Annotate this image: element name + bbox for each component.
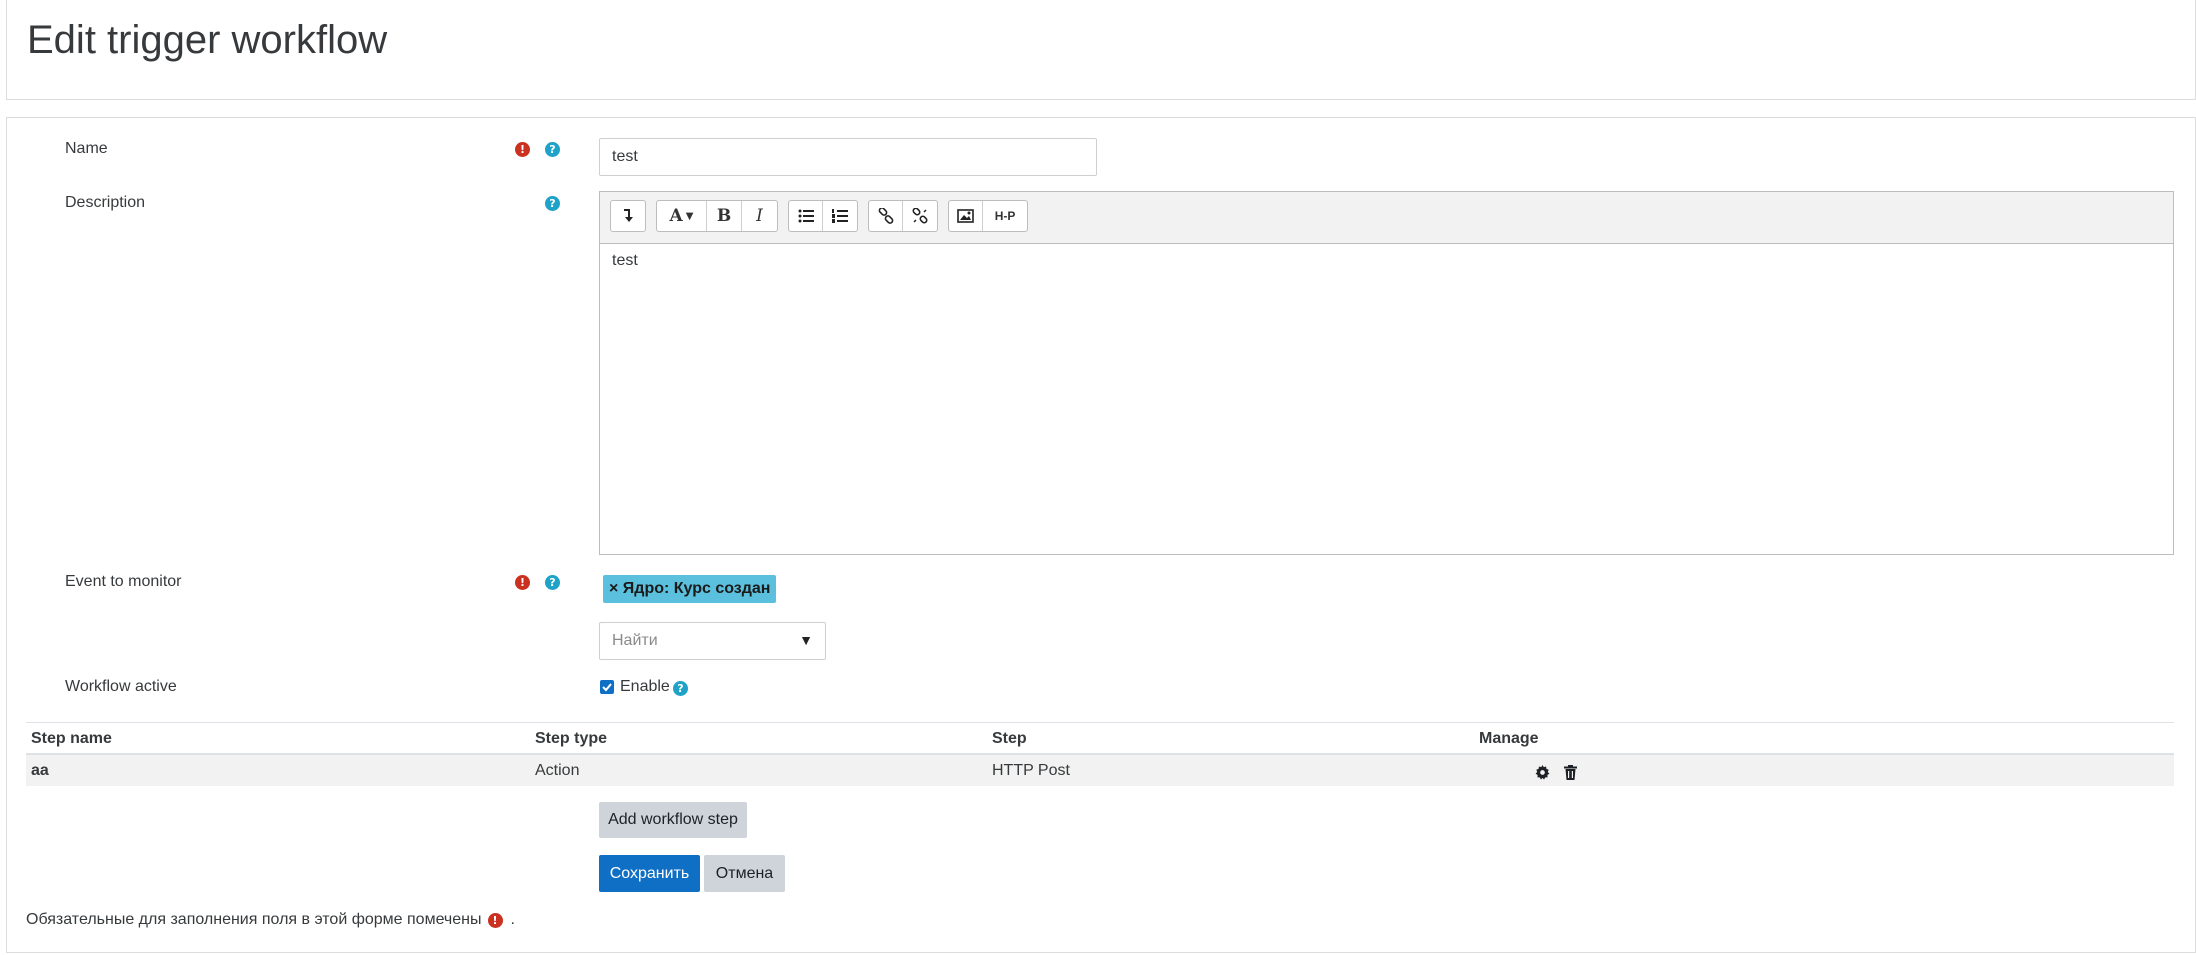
italic-icon: I — [756, 206, 763, 226]
unlink-icon — [912, 208, 928, 224]
font-icon: A — [669, 206, 683, 226]
steps-table: Step name Step type Step Manage aa Actio… — [26, 722, 2174, 786]
bold-icon: B — [716, 206, 732, 226]
name-input[interactable] — [599, 138, 1097, 176]
toolbar-group-lists — [788, 200, 858, 232]
h5p-icon: H-P — [994, 209, 1016, 223]
description-label: Description — [65, 194, 146, 211]
image-button[interactable] — [949, 201, 984, 231]
name-label: Name — [65, 140, 108, 157]
chevron-down-icon: ▼ — [685, 210, 694, 222]
toolbar-group-media: H-P — [948, 200, 1028, 232]
help-icon[interactable]: ? — [673, 681, 688, 696]
bullet-list-icon — [798, 209, 814, 223]
description-textarea[interactable]: test — [600, 243, 2173, 554]
h5p-button[interactable]: H-P — [983, 201, 1027, 231]
toolbar-group-links — [868, 200, 938, 232]
add-workflow-step-button[interactable]: Add workflow step — [599, 802, 747, 838]
bullet-list-button[interactable] — [789, 201, 824, 231]
page-title: Edit trigger workflow — [27, 18, 388, 62]
unlink-button[interactable] — [903, 201, 937, 231]
trash-icon[interactable] — [1564, 763, 1577, 780]
step-type-cell: Action — [535, 762, 580, 779]
help-icon[interactable]: ? — [545, 575, 560, 590]
required-note-period: . — [510, 911, 515, 928]
toolbar-group-collapse — [610, 200, 646, 232]
numbered-list-button[interactable] — [823, 201, 857, 231]
link-button[interactable] — [869, 201, 904, 231]
selected-event-tag[interactable]: × Ядро: Курс создан — [603, 575, 777, 603]
page-header: Edit trigger workflow — [6, 0, 2196, 100]
image-icon — [957, 209, 974, 223]
checkmark-icon — [602, 683, 612, 692]
toolbar-group-style: A ▼ B I — [656, 200, 778, 232]
dropdown-arrow-icon: ▼ — [799, 632, 813, 648]
help-icon[interactable]: ? — [545, 196, 560, 211]
table-top-border — [26, 722, 2174, 723]
table-row: aa Action HTTP Post — [26, 755, 2174, 786]
workflow-active-label: Workflow active — [65, 678, 177, 695]
numbered-list-icon — [832, 209, 848, 223]
event-search-placeholder: Найти — [612, 632, 658, 649]
gear-icon[interactable] — [1535, 763, 1550, 780]
collapse-toolbar-button[interactable] — [611, 201, 645, 231]
collapse-icon — [624, 209, 633, 222]
column-header-step: Step — [992, 730, 1027, 747]
column-header-step-name: Step name — [31, 730, 112, 747]
cancel-button[interactable]: Отмена — [704, 855, 785, 892]
required-icon: ! — [515, 575, 530, 590]
enable-checkbox-label[interactable]: Enable — [620, 678, 670, 696]
event-label: Event to monitor — [65, 573, 182, 590]
event-search-select[interactable]: Найти ▼ — [599, 622, 826, 660]
required-note: Обязательные для заполнения поля в этой … — [26, 911, 515, 929]
description-editor: A ▼ B I H-P test — [599, 191, 2174, 555]
link-icon — [878, 208, 893, 224]
bold-button[interactable]: B — [707, 201, 742, 231]
enable-checkbox[interactable] — [600, 680, 614, 694]
required-icon: ! — [515, 142, 530, 157]
font-button[interactable]: A ▼ — [657, 201, 707, 231]
column-header-step-type: Step type — [535, 730, 608, 747]
step-cell: HTTP Post — [992, 762, 1070, 779]
save-button[interactable]: Сохранить — [599, 855, 700, 892]
step-name-cell: aa — [31, 762, 49, 779]
required-icon: ! — [487, 912, 503, 928]
help-icon[interactable]: ? — [545, 142, 560, 157]
italic-button[interactable]: I — [742, 201, 777, 231]
required-note-text: Обязательные для заполнения поля в этой … — [26, 911, 482, 928]
column-header-manage: Manage — [1479, 730, 1539, 747]
